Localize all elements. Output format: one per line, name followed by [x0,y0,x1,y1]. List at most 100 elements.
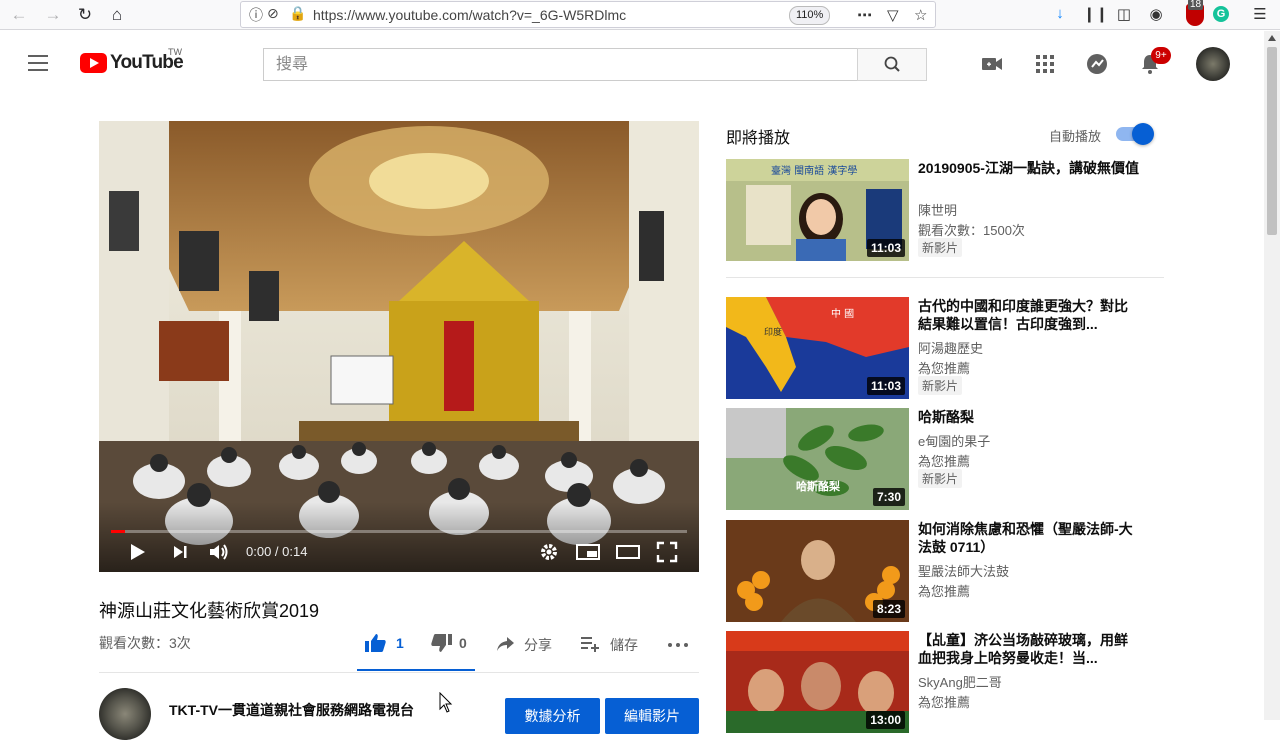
next-video-icon[interactable] [171,540,191,564]
video-thumbnail[interactable]: 8:23 [726,520,909,622]
settings-gear-icon[interactable] [538,540,560,564]
autoplay-toggle[interactable] [1116,123,1154,145]
recommended-title[interactable]: 如何消除焦慮和恐懼（聖嚴法師-大法鼓 0711） [918,520,1140,556]
country-code: TW [168,47,182,57]
svg-text:印度: 印度 [764,326,782,338]
new-badge: 新影片 [918,376,963,395]
page-scrollbar[interactable] [1264,31,1280,720]
info-divider [99,672,699,673]
youtube-play-logo-icon [80,53,107,73]
back-arrow-icon[interactable]: ← [8,4,30,26]
miniplayer-icon[interactable] [575,540,601,564]
save-label: 儲存 [610,637,638,653]
video-progress-bar[interactable] [111,530,687,533]
account-icon[interactable]: ◉ [1146,5,1166,23]
recommended-reason: 為您推薦 [918,695,971,710]
scroll-up-arrow-icon[interactable] [1268,35,1276,41]
share-label: 分享 [524,637,552,653]
up-next-heading: 即將播放 [726,130,791,147]
recommended-video[interactable]: 中 國 印度 11:03 古代的中國和印度誰更強大？對比結果難以置信！古印度強到… [726,297,1166,399]
bookmark-star-icon[interactable]: ☆ [914,6,927,24]
apps-grid-icon[interactable] [1032,51,1058,77]
notification-count-badge: 9+ [1151,47,1171,64]
user-avatar[interactable] [1196,47,1230,81]
search-box[interactable] [263,48,857,81]
library-icon[interactable]: ❙❙ [1083,5,1108,23]
analytics-button[interactable]: 數據分析 [505,698,600,734]
recommended-channel[interactable]: e甸園的果子 [918,431,990,450]
sidebar-divider [726,277,1164,278]
forward-arrow-icon[interactable]: → [42,4,64,26]
guide-menu-icon[interactable] [28,55,48,71]
download-icon[interactable]: ↓ [1050,5,1070,22]
lock-icon[interactable]: 🔒 [289,5,306,22]
home-icon[interactable]: ⌂ [106,4,128,26]
grammarly-icon[interactable]: G [1213,6,1229,22]
sidebar-icon[interactable]: ◫ [1114,5,1134,23]
recommended-channel[interactable]: 陳世明 [918,200,957,219]
recommended-title[interactable]: 20190905-江湖一點訣，講破無價值 [918,159,1140,177]
address-bar[interactable]: ⓘ ⊘ 🔒 https://www.youtube.com/watch?v=_6… [240,1,936,28]
edit-video-button[interactable]: 編輯影片 [605,698,699,734]
search-input[interactable] [264,49,857,80]
pocket-icon[interactable]: ▽ [887,6,899,24]
channel-name[interactable]: TKT-TV一貫道道親社會服務網路電視台 [169,700,414,720]
thumbs-up-icon [365,634,386,652]
new-badge: 新影片 [918,469,963,488]
progress-played [111,530,125,533]
channel-avatar[interactable] [99,688,151,740]
recommended-title[interactable]: 哈斯酪梨 [918,408,1140,426]
more-horizontal-icon [668,643,688,647]
fullscreen-icon[interactable] [655,540,679,564]
recommended-video[interactable]: 8:23 如何消除焦慮和恐懼（聖嚴法師-大法鼓 0711） 聖嚴法師大法鼓 為您… [726,520,1166,622]
ublock-icon[interactable]: 18 [1186,0,1204,26]
video-thumbnail[interactable]: 中 國 印度 11:03 [726,297,909,399]
toggle-knob [1132,123,1154,145]
scrollbar-thumb[interactable] [1267,47,1277,235]
theater-mode-icon[interactable] [615,540,641,564]
save-button[interactable]: 儲存 [579,632,649,656]
site-info-icon[interactable]: ⓘ [249,5,263,25]
video-thumbnail[interactable]: 臺灣 閩南語 漢字學 11:03 [726,159,909,261]
autoplay-label: 自動播放 [1049,129,1102,144]
video-time: 0:00 / 0:14 [246,544,308,559]
svg-text:臺灣 閩南語 漢字學: 臺灣 閩南語 漢字學 [771,164,857,177]
view-count: 觀看次數：3次 [99,635,191,651]
recommended-channel[interactable]: SkyAng肥二哥 [918,672,1002,691]
more-actions-button[interactable] [666,632,690,656]
addon-badge-count: 18 [1188,0,1204,10]
recommended-video[interactable]: 13:00 【乩童】济公当场敲碎玻璃，用鲜血把我身上哈努曼收走！当... Sky… [726,631,1166,733]
volume-icon[interactable] [207,540,231,564]
share-button[interactable]: 分享 [496,632,556,656]
dislike-count: 0 [459,635,467,651]
recommended-video[interactable]: 哈斯酪梨 7:30 哈斯酪梨 e甸園的果子 為您推薦 新影片 [726,408,1166,510]
recommended-video[interactable]: 臺灣 閩南語 漢字學 11:03 20190905-江湖一點訣，講破無價值 陳世… [726,159,1166,261]
autoplay-blocked-icon[interactable]: ⊘ [267,5,279,22]
menu-icon[interactable]: ☰ [1250,5,1270,23]
video-player[interactable]: 0:00 / 0:14 [99,121,699,572]
recommended-channel[interactable]: 阿湯趣歷史 [918,338,983,357]
recommended-reason: 為您推薦 [918,454,971,469]
messages-icon[interactable] [1084,51,1110,77]
search-button[interactable] [857,48,927,81]
new-badge: 新影片 [918,238,963,257]
page-actions-icon[interactable]: ⋯ [857,6,873,24]
video-duration: 7:30 [872,488,905,506]
create-video-icon[interactable] [979,51,1005,77]
url-text[interactable]: https://www.youtube.com/watch?v=_6G-W5RD… [313,7,626,23]
recommended-reason: 為您推薦 [918,361,971,376]
browser-toolbar: ← → ↻ ⌂ ⓘ ⊘ 🔒 https://www.youtube.com/wa… [0,0,1280,30]
video-duration: 13:00 [866,711,905,729]
like-count: 1 [396,635,404,651]
play-icon[interactable] [127,540,149,564]
zoom-level-badge[interactable]: 110% [789,6,831,25]
video-thumbnail[interactable]: 哈斯酪梨 7:30 [726,408,909,510]
video-duration: 11:03 [866,377,905,395]
share-arrow-icon [497,637,514,651]
recommended-title[interactable]: 【乩童】济公当场敲碎玻璃，用鲜血把我身上哈努曼收走！当... [918,631,1140,667]
recommended-channel[interactable]: 聖嚴法師大法鼓 [918,561,1009,580]
video-thumbnail[interactable]: 13:00 [726,631,909,733]
recommended-views: 觀看次數：1500次 [918,223,1025,238]
reload-icon[interactable]: ↻ [74,4,96,26]
recommended-title[interactable]: 古代的中國和印度誰更強大？對比結果難以置信！古印度強到... [918,297,1140,333]
